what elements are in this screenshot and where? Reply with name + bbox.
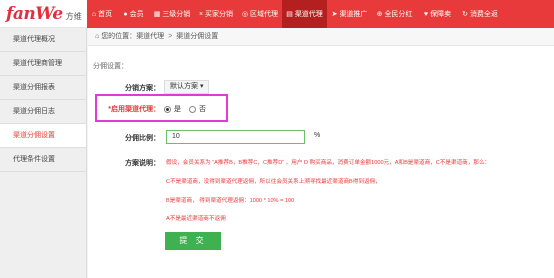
refund-icon: ↻ [462, 11, 468, 18]
nav-item-label: 渠道推广 [339, 11, 368, 18]
ratio-label: 分佣比例： [125, 135, 160, 142]
nav-item[interactable]: × 买家分销 [194, 0, 238, 28]
nav-item[interactable]: ⌂ 首页 [87, 0, 117, 28]
explain-label: 方案说明： [125, 160, 160, 167]
section-title: 分佣设置： [93, 63, 128, 70]
distribution-icon: ▦ [153, 11, 161, 18]
sidebar: 渠道代理概况 渠道代理商管理 渠道分佣报表 渠道分佣日志 渠道分佣设置 代理条件设置 [0, 28, 87, 278]
breadcrumb-level1[interactable]: 渠道代理 [136, 33, 164, 40]
sidebar-item[interactable]: 渠道分佣报表 [0, 76, 86, 100]
breadcrumb-prefix: 您的位置： [101, 33, 137, 40]
plan-select[interactable]: 默认方案 ▾ [164, 80, 210, 94]
home-icon: ⌂ [91, 10, 97, 18]
nav-item[interactable]: ◎ 区域代理 [238, 0, 282, 28]
nav-item-label: 保障卖 [430, 11, 452, 18]
nav-item-label: 区域代理 [250, 11, 279, 18]
logo-cn: 方维 [65, 12, 82, 21]
explain-line: C不是渠道商，没得到渠道代理返佣，所以往会员关系上溯寻找最近渠道商B得到返佣， [166, 179, 381, 185]
shield-icon: ♥ [423, 10, 429, 18]
enable-no-radio[interactable]: 否 [189, 104, 206, 114]
nav-item[interactable]: ▤ 渠道代理 [282, 0, 327, 28]
nav-item-label: 渠道代理 [294, 11, 323, 18]
sidebar-item[interactable]: 渠道代理商管理 [0, 52, 86, 76]
globe-icon: ⊕ [376, 11, 383, 18]
explain-line: B是渠道商， 得到渠道代理返佣：1000 * 10% = 100 [166, 198, 295, 204]
plan-select-value: 默认方案 [170, 83, 198, 90]
logo-text: fanWe [6, 4, 63, 24]
logo[interactable]: fanWe 方维 [6, 4, 82, 24]
enable-label: *启用渠道代理： [108, 106, 160, 113]
nav-item[interactable]: ⊕ 全民分红 [372, 0, 417, 28]
explain-line: A不是最近渠道商不返佣 [166, 216, 226, 222]
nav-item[interactable]: ➤ 渠道推广 [327, 0, 372, 28]
sidebar-item[interactable]: 代理条件设置 [0, 148, 86, 172]
nav-item-label: 会员 [129, 11, 144, 18]
sidebar-item[interactable]: 渠道分佣设置 [0, 124, 86, 148]
channel-icon: ▤ [286, 11, 293, 18]
breadcrumb: ⌂ 您的位置：渠道代理 > 渠道分佣设置 [88, 28, 554, 46]
region-icon: ◎ [241, 11, 249, 18]
radio-checked-icon [164, 105, 171, 113]
enable-yes-label: 是 [174, 106, 181, 113]
enable-no-label: 否 [199, 106, 206, 113]
main-content: ⌂ 您的位置：渠道代理 > 渠道分佣设置 分佣设置： 分销方案： 默认方案 ▾ *启… [88, 28, 554, 278]
breadcrumb-separator: > [168, 33, 173, 40]
ratio-unit: % [314, 132, 321, 139]
radio-unchecked-icon [189, 105, 196, 113]
nav-item[interactable]: ↻ 消费全返 [458, 0, 502, 28]
nav-item-label: 首页 [98, 11, 113, 18]
nav-item-label: 买家分销 [205, 11, 234, 18]
nav-item[interactable]: ● 会员 [117, 0, 150, 28]
main-nav: ⌂ 首页 ● 会员 ▦ 三级分销 × 买家分销 ◎ 区域代理 ▤ 渠道代理 ➤ 渠道推广 ⊕ 全民分红 ♥ 保障卖… [87, 0, 554, 28]
plan-label: 分销方案： [125, 85, 160, 92]
nav-item-label: 消费全返 [469, 11, 498, 18]
submit-button[interactable]: 提 交 [165, 232, 221, 250]
nav-item-label: 全民分红 [384, 11, 413, 18]
nav-item-label: 三级分销 [162, 11, 191, 18]
buyer-icon: × [198, 10, 204, 18]
nav-item[interactable]: ▦ 三级分销 [150, 0, 194, 28]
breadcrumb-level2: 渠道分佣设置 [176, 33, 219, 40]
ratio-input[interactable]: 10 [166, 130, 305, 144]
enable-radio-group: 是 否 [164, 104, 214, 114]
enable-yes-radio[interactable]: 是 [164, 104, 181, 114]
home-icon: ⌂ [95, 33, 100, 40]
top-bar: fanWe 方维 ⌂ 首页 ● 会员 ▦ 三级分销 × 买家分销 ◎ 区域代理 ▤ 渠道代理 ➤ 渠道推广… [0, 0, 554, 28]
promote-icon: ➤ [331, 11, 338, 18]
nav-item[interactable]: ♥ 保障卖 [417, 0, 458, 28]
sidebar-item[interactable]: 渠道分佣日志 [0, 100, 86, 124]
explain-line: 假设，会员关系为 “A推荐B，B推荐C，C推荐D” ，用户 D 购买商品，消费订… [166, 160, 491, 166]
sidebar-item[interactable]: 渠道代理概况 [0, 28, 86, 52]
chevron-down-icon: ▾ [199, 83, 204, 90]
user-icon: ● [123, 10, 128, 18]
